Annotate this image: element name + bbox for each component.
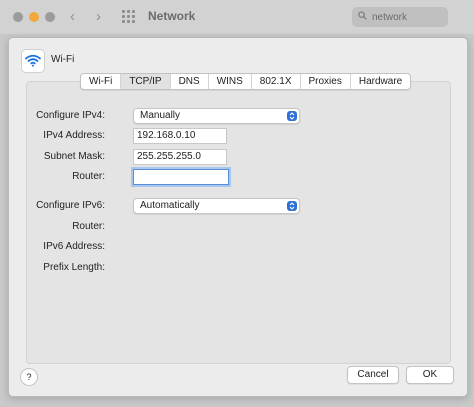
cancel-button[interactable]: Cancel xyxy=(347,366,399,384)
configure-ipv6-value: Automatically xyxy=(140,200,200,211)
search-icon xyxy=(358,11,367,20)
window-titlebar: ‹ › Network xyxy=(0,0,474,34)
window-title: Network xyxy=(148,9,196,23)
ipv6-address-label: IPv6 Address: xyxy=(43,241,105,252)
tab-proxies[interactable]: Proxies xyxy=(299,74,350,89)
configure-ipv4-label: Configure IPv4: xyxy=(36,110,105,121)
tab-tcpip[interactable]: TCP/IP xyxy=(120,74,170,89)
configure-ipv4-popup[interactable]: Manually xyxy=(133,108,300,124)
help-button[interactable]: ? xyxy=(20,368,38,386)
ipv4-router-field[interactable] xyxy=(133,169,229,185)
subnet-mask-label: Subnet Mask: xyxy=(43,151,105,162)
search-field[interactable] xyxy=(352,7,448,27)
search-input[interactable] xyxy=(372,10,444,24)
ipv4-router-label: Router: xyxy=(72,171,105,182)
show-all-grid-icon[interactable] xyxy=(122,10,136,24)
up-down-chevron-icon xyxy=(287,201,297,211)
tab-8021x[interactable]: 802.1X xyxy=(250,74,300,89)
tab-wifi[interactable]: Wi-Fi xyxy=(81,74,120,89)
configure-ipv6-popup[interactable]: Automatically xyxy=(133,198,300,214)
ipv4-address-value: 192.168.0.10 xyxy=(137,130,196,141)
ipv4-address-label: IPv4 Address: xyxy=(43,130,105,141)
ipv4-address-field[interactable]: 192.168.0.10 xyxy=(133,128,227,144)
close-window-button[interactable] xyxy=(13,12,23,22)
tcpip-panel: Configure IPv4: Manually IPv4 Address: 1… xyxy=(26,81,451,364)
subnet-mask-field[interactable]: 255.255.255.0 xyxy=(133,149,227,165)
settings-tab-bar: Wi-Fi TCP/IP DNS WINS 802.1X Proxies Har… xyxy=(80,73,412,90)
subnet-mask-value: 255.255.255.0 xyxy=(137,151,201,162)
zoom-window-button[interactable] xyxy=(45,12,55,22)
forward-arrow-icon[interactable]: › xyxy=(96,9,101,24)
interface-name: Wi-Fi xyxy=(51,54,75,65)
advanced-settings-sheet: Wi-Fi Configure IPv4: Manually IPv4 Addr… xyxy=(8,37,468,397)
back-arrow-icon[interactable]: ‹ xyxy=(70,9,75,24)
tab-hardware[interactable]: Hardware xyxy=(349,74,410,89)
ipv6-router-label: Router: xyxy=(72,221,105,232)
up-down-chevron-icon xyxy=(287,111,297,121)
ok-button[interactable]: OK xyxy=(406,366,454,384)
prefix-length-label: Prefix Length: xyxy=(43,262,105,273)
minimize-window-button[interactable] xyxy=(29,12,39,22)
configure-ipv4-value: Manually xyxy=(140,110,181,121)
wifi-icon xyxy=(21,49,45,73)
tab-dns[interactable]: DNS xyxy=(169,74,208,89)
configure-ipv6-label: Configure IPv6: xyxy=(36,200,105,211)
tab-wins[interactable]: WINS xyxy=(207,74,251,89)
